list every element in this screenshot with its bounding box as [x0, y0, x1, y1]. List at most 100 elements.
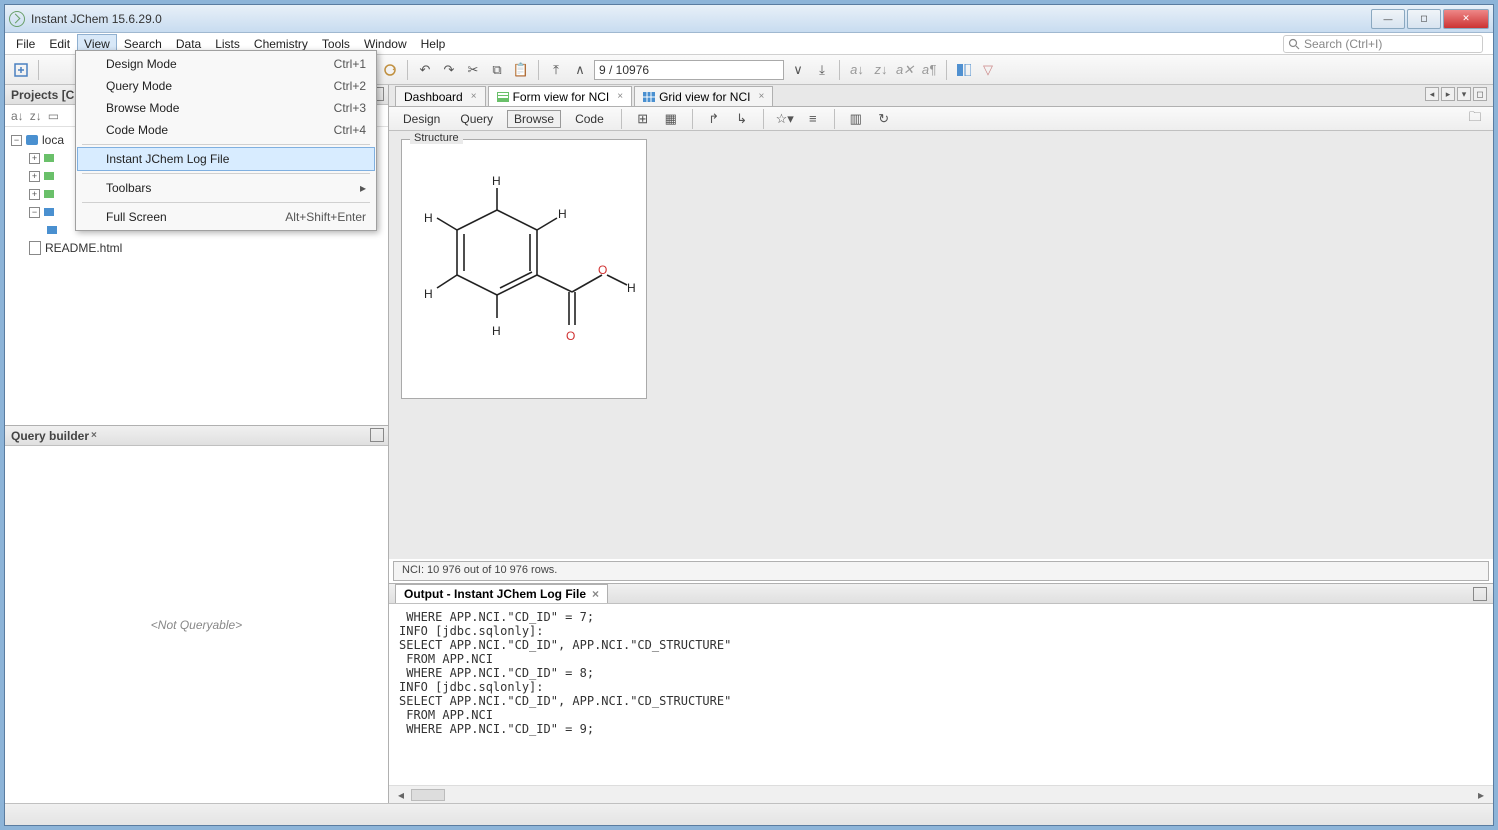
menu-separator [82, 202, 370, 203]
sort-icon[interactable]: z↓ [30, 109, 42, 123]
sort-asc-icon[interactable]: a↓ [847, 60, 867, 80]
restore-output-icon[interactable] [1473, 587, 1487, 601]
svg-text:H: H [558, 207, 567, 221]
copy-button[interactable]: ⧉ [487, 60, 507, 80]
tab-form-view[interactable]: Form view for NCI× [488, 86, 633, 106]
redo-button[interactable]: ↷ [439, 60, 459, 80]
ptr-up-icon[interactable]: ↱ [704, 109, 724, 129]
menu-separator [82, 144, 370, 145]
close-panel-icon[interactable]: × [91, 430, 97, 441]
collapse-icon[interactable]: ▭ [48, 109, 59, 123]
form-icon [497, 92, 509, 102]
maximize-button[interactable]: ◻ [1407, 9, 1441, 29]
cut-button[interactable]: ✂ [463, 60, 483, 80]
output-body[interactable]: WHERE APP.NCI."CD_ID" = 7; INFO [jdbc.sq… [389, 604, 1493, 785]
menu-design-mode[interactable]: Design ModeCtrl+1 [78, 53, 374, 75]
tab-scroll-right-icon[interactable]: ▸ [1441, 87, 1455, 101]
tab-scroll-left-icon[interactable]: ◂ [1425, 87, 1439, 101]
sort-x-icon[interactable]: a✕ [895, 60, 915, 80]
svg-text:H: H [492, 174, 501, 188]
close-tab-icon[interactable]: × [617, 91, 623, 102]
close-button[interactable]: ✕ [1443, 9, 1489, 29]
refresh-icon[interactable] [380, 60, 400, 80]
scroll-right-icon[interactable]: ▸ [1473, 788, 1489, 802]
output-panel: Output - Instant JChem Log File × WHERE … [389, 583, 1493, 803]
minimize-button[interactable]: — [1371, 9, 1405, 29]
tree-readme[interactable]: README.html [11, 239, 382, 257]
menu-help[interactable]: Help [414, 34, 453, 54]
tab-grid-view[interactable]: Grid view for NCI× [634, 86, 773, 106]
query-builder-title: Query builder [11, 429, 89, 443]
svg-text:H: H [492, 324, 501, 338]
search-placeholder: Search (Ctrl+I) [1304, 37, 1382, 51]
output-header[interactable]: Output - Instant JChem Log File × [389, 584, 1493, 604]
sort-icon[interactable]: a↓ [11, 109, 24, 123]
output-scrollbar[interactable]: ◂ ▸ [389, 785, 1493, 803]
reload-icon[interactable]: ↻ [874, 109, 894, 129]
menu-log-file[interactable]: Instant JChem Log File [77, 147, 375, 171]
tab-dashboard[interactable]: Dashboard× [395, 86, 486, 106]
layout-icon[interactable] [954, 60, 974, 80]
editor-area: Structure [389, 131, 1493, 559]
menu-code-mode[interactable]: Code ModeCtrl+4 [78, 119, 374, 141]
filter-icon[interactable]: ▽ [978, 60, 998, 80]
projects-title-label: Projects [C [11, 88, 74, 102]
tile-icon[interactable]: ▥ [846, 109, 866, 129]
menu-toolbars[interactable]: Toolbars▸ [78, 177, 374, 199]
scroll-thumb[interactable] [411, 789, 445, 801]
molecule-svg: H H H H H H O O [402, 140, 648, 390]
close-output-icon[interactable]: × [592, 587, 599, 601]
list-icon[interactable]: ≡ [803, 109, 823, 129]
svg-text:H: H [424, 211, 433, 225]
output-tab[interactable]: Output - Instant JChem Log File × [395, 584, 608, 603]
svg-text:H: H [424, 287, 433, 301]
grid-add-icon[interactable]: ⊞ [633, 109, 653, 129]
query-builder-header[interactable]: Query builder × [5, 426, 388, 446]
prev-button[interactable]: ∧ [570, 60, 590, 80]
mode-browse[interactable]: Browse [507, 110, 561, 128]
close-tab-icon[interactable]: × [758, 91, 764, 102]
menu-fullscreen[interactable]: Full ScreenAlt+Shift+Enter [78, 206, 374, 228]
view-menu-dropdown: Design ModeCtrl+1 Query ModeCtrl+2 Brows… [75, 50, 377, 231]
menu-file[interactable]: File [9, 34, 42, 54]
search-input[interactable]: Search (Ctrl+I) [1283, 35, 1483, 53]
mode-code[interactable]: Code [569, 111, 610, 127]
mode-design[interactable]: Design [397, 111, 446, 127]
structure-label: Structure [410, 132, 463, 144]
sort-cfg-icon[interactable]: a¶ [919, 60, 939, 80]
close-tab-icon[interactable]: × [471, 91, 477, 102]
grid-icon[interactable]: ▦ [661, 109, 681, 129]
ptr-down-icon[interactable]: ↳ [732, 109, 752, 129]
undo-button[interactable]: ↶ [415, 60, 435, 80]
new-button[interactable] [11, 60, 31, 80]
query-builder-body: <Not Queryable> [5, 446, 388, 803]
first-button[interactable]: ⤒ [546, 60, 566, 80]
structure-panel[interactable]: Structure [401, 139, 647, 399]
status-row: NCI: 10 976 out of 10 976 rows. [393, 561, 1489, 581]
star-icon[interactable]: ☆▾ [775, 109, 795, 129]
grid-icon [643, 92, 655, 102]
menu-edit[interactable]: Edit [42, 34, 77, 54]
titlebar[interactable]: Instant JChem 15.6.29.0 — ◻ ✕ [5, 5, 1493, 33]
menu-separator [82, 173, 370, 174]
right-pane: Dashboard× Form view for NCI× Grid view … [389, 85, 1493, 803]
tab-list-icon[interactable]: ▾ [1457, 87, 1471, 101]
app-icon [9, 11, 25, 27]
paste-button[interactable]: 📋 [511, 60, 531, 80]
next-button[interactable]: ∨ [788, 60, 808, 80]
restore-panel-icon[interactable] [370, 428, 384, 442]
sort-desc-icon[interactable]: z↓ [871, 60, 891, 80]
search-icon [1288, 38, 1300, 50]
svg-text:O: O [598, 263, 607, 277]
window-title: Instant JChem 15.6.29.0 [31, 12, 1371, 26]
svg-text:H: H [627, 281, 636, 295]
scroll-left-icon[interactable]: ◂ [393, 788, 409, 802]
menu-browse-mode[interactable]: Browse ModeCtrl+3 [78, 97, 374, 119]
menu-query-mode[interactable]: Query ModeCtrl+2 [78, 75, 374, 97]
folder-icon[interactable]: 🗀 [1465, 109, 1485, 129]
record-nav-input[interactable] [594, 60, 784, 80]
mode-query[interactable]: Query [454, 111, 499, 127]
last-button[interactable]: ⤓ [812, 60, 832, 80]
maximize-editor-icon[interactable]: ◻ [1473, 87, 1487, 101]
editor-subbar: Design Query Browse Code ⊞ ▦ ↱ ↳ ☆▾ ≡ ▥ … [389, 107, 1493, 131]
